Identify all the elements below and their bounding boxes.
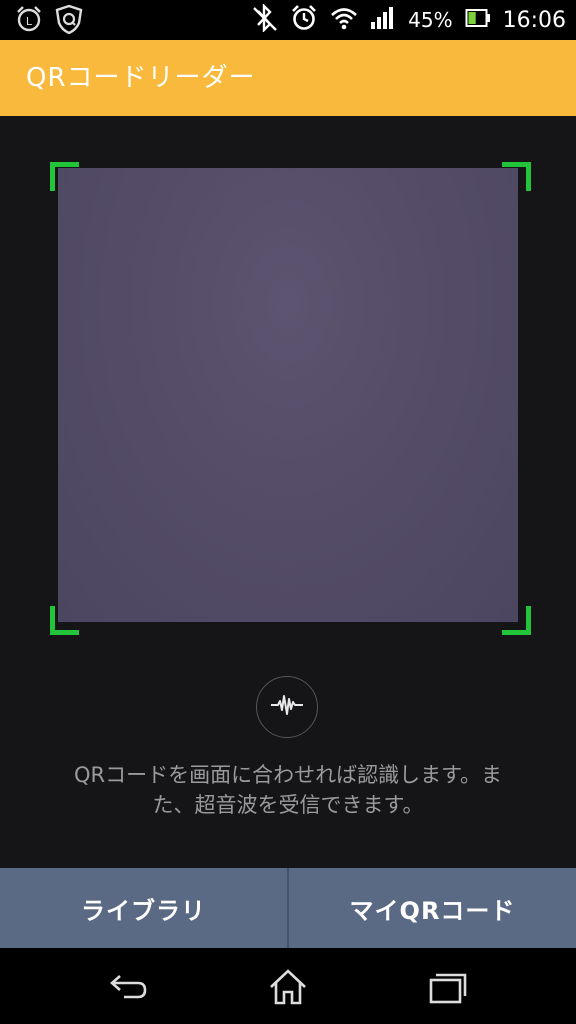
library-button[interactable]: ライブラリ xyxy=(0,868,287,948)
ultrasonic-button[interactable] xyxy=(256,676,318,738)
wifi-icon xyxy=(330,6,358,34)
scan-frame-corner-bottom-left xyxy=(50,606,79,635)
alarm-icon xyxy=(290,4,318,36)
recents-icon[interactable] xyxy=(428,968,468,1010)
camera-area xyxy=(0,116,576,868)
shield-app-icon xyxy=(54,4,84,38)
home-icon[interactable] xyxy=(268,968,308,1010)
status-bar: L 45% 16:06 xyxy=(0,0,576,40)
scan-frame-corner-top-left xyxy=(50,162,79,191)
battery-icon xyxy=(465,8,491,32)
back-icon[interactable] xyxy=(108,968,150,1010)
scan-instruction: QRコードを画面に合わせれば認識します。ま た、超音波を受信できます。 xyxy=(30,760,546,820)
scan-frame-corner-top-right xyxy=(502,162,531,191)
svg-text:L: L xyxy=(26,15,33,28)
bottom-button-row: ライブラリ マイQRコード xyxy=(0,868,576,948)
instruction-line-2: た、超音波を受信できます。 xyxy=(152,793,424,817)
app-title: QRコードリーダー xyxy=(26,63,256,93)
instruction-line-1: QRコードを画面に合わせれば認識します。ま xyxy=(73,763,503,787)
signal-icon xyxy=(370,6,396,34)
app-bar: QRコードリーダー xyxy=(0,40,576,116)
clock-time: 16:06 xyxy=(502,7,566,33)
alarm-clock-icon: L xyxy=(14,4,44,38)
scan-frame-corner-bottom-right xyxy=(502,606,531,635)
bluetooth-icon xyxy=(252,3,278,36)
battery-percent: 45% xyxy=(408,8,453,32)
sound-wave-icon xyxy=(270,692,304,722)
camera-viewfinder xyxy=(58,168,518,622)
navigation-bar xyxy=(0,948,576,1024)
my-qr-code-button[interactable]: マイQRコード xyxy=(287,868,576,948)
